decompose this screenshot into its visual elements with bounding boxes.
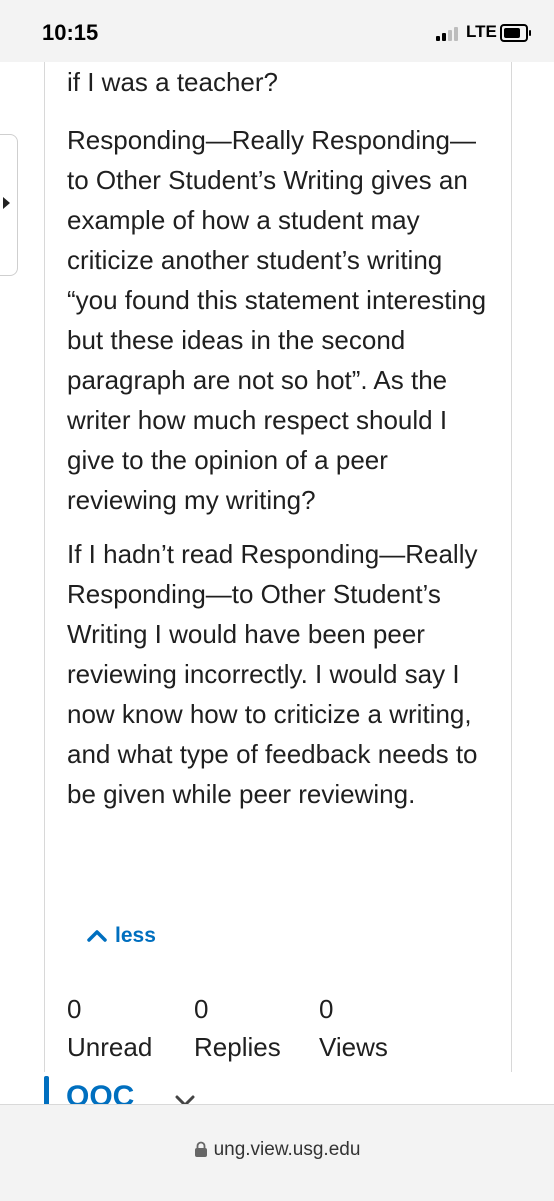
signal-strength-icon <box>436 25 462 41</box>
stat-count: 0 <box>194 994 209 1024</box>
post-body: if I was a teacher? Responding—Really Re… <box>67 62 497 828</box>
chevron-up-icon <box>87 930 107 942</box>
stat-count: 0 <box>67 994 82 1024</box>
topic-title: OOC <box>66 1080 135 1104</box>
url-display[interactable]: ung.view.usg.edu <box>0 1139 554 1161</box>
stat-replies: 0 Replies <box>194 990 281 1066</box>
next-topic-header[interactable]: OOC <box>44 1072 510 1104</box>
stat-label: Replies <box>194 1032 281 1062</box>
url-text: ung.view.usg.edu <box>213 1139 361 1160</box>
stat-count: 0 <box>319 994 334 1024</box>
stat-views: 0 Views <box>319 990 388 1066</box>
battery-icon <box>500 24 531 42</box>
show-less-label: less <box>115 924 156 947</box>
post-paragraph: if I was a teacher? <box>67 67 278 97</box>
show-less-link[interactable]: less <box>87 924 156 948</box>
stat-label: Unread <box>67 1032 153 1062</box>
post-paragraph: Responding—Really Responding—to Other St… <box>67 125 487 515</box>
browser-url-bar[interactable]: ung.view.usg.edu <box>0 1104 554 1201</box>
caret-right-icon <box>3 197 10 209</box>
lock-icon <box>194 1142 207 1158</box>
post-paragraph: If I hadn’t read Responding—Really Respo… <box>67 539 478 809</box>
stat-label: Views <box>319 1032 388 1062</box>
status-time: 10:15 <box>42 20 99 45</box>
side-panel-toggle[interactable] <box>0 134 18 276</box>
stat-unread: 0 Unread <box>67 990 152 1066</box>
topic-accent-bar <box>44 1076 49 1104</box>
status-bar: 10:15 LTE <box>0 0 554 62</box>
network-type: LTE <box>466 22 497 41</box>
chevron-down-icon[interactable] <box>174 1094 196 1104</box>
discussion-post-card: if I was a teacher? Responding—Really Re… <box>44 62 512 1072</box>
